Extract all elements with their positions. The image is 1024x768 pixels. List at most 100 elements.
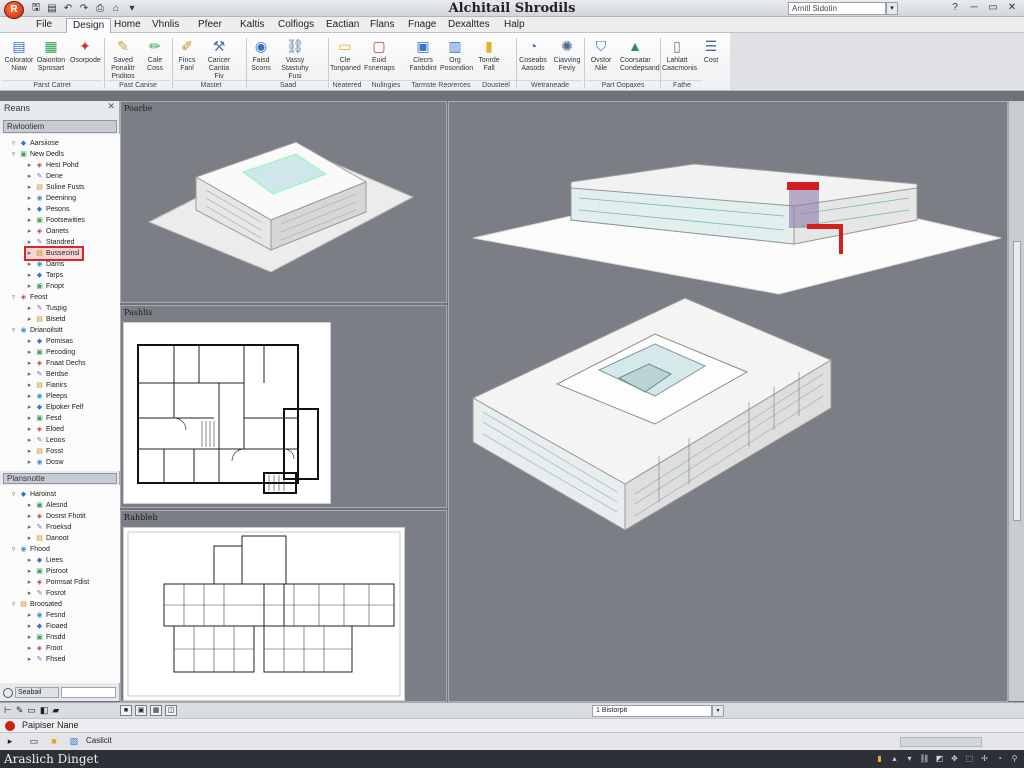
expand-icon[interactable]: ▸ <box>26 272 33 279</box>
select-pinned-icon[interactable]: ✥ <box>949 754 960 764</box>
tree-item[interactable]: ▸ ▣ Fnsdd <box>26 632 66 643</box>
ribbon-button-1[interactable]: ▦ Oaionton Sprosart <box>36 36 66 80</box>
expand-icon[interactable]: ▸ <box>26 382 33 389</box>
tab-design[interactable]: Design <box>66 18 112 33</box>
collapse-icon[interactable]: ▿ <box>10 546 17 553</box>
tree-item[interactable]: ▸ ◉ Deeninng <box>26 193 76 204</box>
expand-icon[interactable]: ▸ <box>26 437 33 444</box>
search-input[interactable]: Arnitl Sidotin <box>788 2 886 15</box>
tab-file[interactable]: File <box>30 18 58 33</box>
tab-eactian[interactable]: Eactian <box>320 18 365 33</box>
tree-item[interactable]: ▸ ◉ Dosw <box>26 457 64 468</box>
select-face-icon[interactable]: ⬚ <box>964 754 975 764</box>
tab-vhnlis[interactable]: Vhnlis <box>146 18 185 33</box>
browser-filter-input[interactable] <box>61 687 116 698</box>
tree-item[interactable]: ▿ ▣ New Dedls <box>10 149 64 160</box>
tree-item[interactable]: ▸ ▣ Alesnd <box>26 500 68 511</box>
tree-item[interactable]: ▿ ◉ Drianoilsitt <box>10 325 63 336</box>
edit-icon[interactable]: ▧ <box>68 736 80 747</box>
expand-icon[interactable]: ▸ <box>26 239 33 246</box>
vertical-scrollbar[interactable] <box>1008 101 1024 701</box>
tree-item[interactable]: ▸ ✎ Standred <box>26 237 75 248</box>
filter-count-icon[interactable]: ⚲ <box>1009 754 1020 764</box>
expand-icon[interactable]: ▸ <box>26 426 33 433</box>
notification-icon[interactable]: ◔ <box>994 754 1005 764</box>
expand-icon[interactable]: ▸ <box>26 656 33 663</box>
expand-icon[interactable]: ▸ <box>26 195 33 202</box>
expand-icon[interactable]: ▸ <box>26 524 33 531</box>
tree-item[interactable]: ▸ ✎ Berdse <box>26 369 68 380</box>
collapse-icon[interactable]: ▿ <box>10 294 17 301</box>
expand-icon[interactable]: ▸ <box>26 184 33 191</box>
ribbon-button-3[interactable]: ✎ Saved Ponalitr Pnditos <box>108 36 138 81</box>
ribbon-button-7[interactable]: ◉ Faisd Scons <box>246 36 276 80</box>
tree-item[interactable]: ▸ ◈ Froot <box>26 643 63 654</box>
tree-item[interactable]: ▸ ✎ Tuspig <box>26 303 67 314</box>
scrollbar-thumb[interactable] <box>1013 241 1021 521</box>
tree-item[interactable]: ▸ ▣ Footsewities <box>26 215 85 226</box>
toolbar-field[interactable] <box>900 737 982 747</box>
collapse-icon[interactable]: ▿ <box>10 491 17 498</box>
tree-item[interactable]: ▸ ✎ Fhsed <box>26 654 66 665</box>
search-dropdown-button[interactable]: ▾ <box>886 2 898 15</box>
project-browser-section-header[interactable]: Rwlootiem <box>3 120 117 133</box>
detail-icon[interactable]: ▭ <box>27 705 36 716</box>
expand-icon[interactable]: ▸ <box>26 459 33 466</box>
expand-icon[interactable]: ▸ <box>26 557 33 564</box>
tab-halp[interactable]: Halp <box>498 18 531 33</box>
tree-item[interactable]: ▸ ◈ Hest Pohd <box>26 160 79 171</box>
maximize-button[interactable]: ▭ <box>985 1 1001 15</box>
tree-item[interactable]: ▸ ▤ Bussecinsl <box>23 246 85 261</box>
view-mode-realistic[interactable]: ◫ <box>165 705 177 716</box>
tree-item[interactable]: ▸ ◈ Pormsat Fdist <box>26 577 89 588</box>
expand-icon[interactable]: ▸ <box>26 250 33 257</box>
tree-item[interactable]: ▸ ▤ Danoot <box>26 533 69 544</box>
close-button[interactable]: ✕ <box>1004 1 1020 15</box>
tab-kaltis[interactable]: Kaltis <box>234 18 270 33</box>
collapse-icon[interactable]: ▿ <box>10 140 17 147</box>
browser-filter-label[interactable]: Seabail <box>15 687 59 698</box>
view-mode-shaded[interactable]: ▦ <box>150 705 162 716</box>
ribbon-button-14[interactable]: ◔ Coseabs Aasods <box>518 36 548 80</box>
expand-icon[interactable]: ▸ <box>26 173 33 180</box>
view-mode-hidden[interactable]: ▣ <box>135 705 147 716</box>
expand-icon[interactable]: ▸ <box>26 623 33 630</box>
tree-item[interactable]: ▸ ◆ Pomisas <box>26 336 73 347</box>
ribbon-button-8[interactable]: ⛓ Vassy Stastuhy Fusi <box>280 36 310 81</box>
tree-item[interactable]: ▸ ◉ Pleeps <box>26 391 68 402</box>
expand-icon[interactable]: ▸ <box>26 206 33 213</box>
ribbon-button-17[interactable]: ▲ Coorsatar Condepsand <box>620 36 660 80</box>
select-underlay-icon[interactable]: ◩ <box>934 754 945 764</box>
expand-icon[interactable]: ▸ <box>26 360 33 367</box>
collapse-icon[interactable]: ▿ <box>10 327 17 334</box>
scale-selector[interactable]: 1 Bistorpit <box>592 705 712 717</box>
viewport-main-3d[interactable] <box>448 101 1008 702</box>
tab-fnage[interactable]: Fnage <box>402 18 442 33</box>
ribbon-button-2[interactable]: ✦ Osorpode <box>70 36 101 80</box>
expand-icon[interactable]: ▸ <box>26 502 33 509</box>
tree-item[interactable]: ▸ ▤ Fianirs <box>26 380 67 391</box>
viewport-floor-plan[interactable]: Pashlis <box>120 305 447 508</box>
workset-icon[interactable]: ▮ <box>874 754 885 764</box>
ribbon-button-13[interactable]: ▮ Tonrde Fall <box>474 36 504 80</box>
drag-icon[interactable]: ✢ <box>979 754 990 764</box>
tree-item[interactable]: ▸ ◆ Tarps <box>26 270 63 281</box>
expand-icon[interactable]: ▸ <box>26 404 33 411</box>
tree-item[interactable]: ▸ ▤ Fosst <box>26 446 63 457</box>
design-option-icon[interactable]: ▴ <box>889 754 900 764</box>
tree-item[interactable]: ▸ ✎ Leoos <box>26 435 65 446</box>
expand-icon[interactable]: ▸ <box>26 217 33 224</box>
note-icon[interactable]: ■ <box>48 736 60 747</box>
help-icon[interactable]: ? <box>947 1 963 15</box>
clock-icon[interactable] <box>3 687 13 698</box>
tree-item[interactable]: ▿ ◆ Aarsiiose <box>10 138 59 149</box>
expand-icon[interactable]: ▸ <box>26 448 33 455</box>
ribbon-button-0[interactable]: ▤ Colorator Niaw <box>4 36 34 80</box>
tree-item[interactable]: ▸ ▤ Suline Fusts <box>26 182 85 193</box>
tree-item[interactable]: ▸ ◆ Pesons <box>26 204 70 215</box>
ribbon-button-5[interactable]: ✐ Fincs Fanl <box>172 36 202 80</box>
view-mode-wireframe[interactable]: ■ <box>120 705 132 716</box>
ribbon-button-19[interactable]: ☰ Cost <box>696 36 726 80</box>
minimize-button[interactable]: ─ <box>966 1 982 15</box>
tree-item[interactable]: ▿ ▤ Broosated <box>10 599 62 610</box>
